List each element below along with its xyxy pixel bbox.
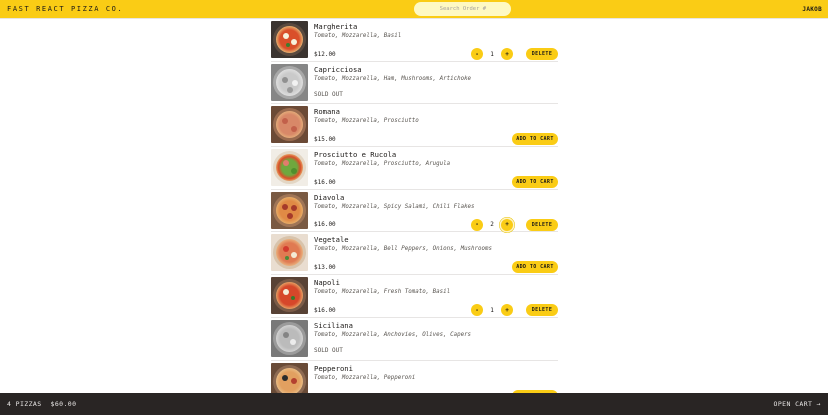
- pizza-name: Capricciosa: [314, 64, 362, 74]
- cart-total-price: $60.00: [50, 400, 77, 408]
- cart-pizza-count: 4 pizzas: [7, 400, 42, 408]
- increase-quantity-button[interactable]: +: [501, 218, 513, 231]
- add-to-cart-button[interactable]: Add to cart: [512, 176, 558, 189]
- app-logo-link[interactable]: Fast React Pizza Co.: [7, 5, 123, 13]
- menu-item: Diavola Tomato, Mozzarella, Spicy Salami…: [271, 190, 558, 233]
- pizza-image: [271, 362, 308, 393]
- decrease-quantity-button[interactable]: -: [471, 218, 483, 231]
- pizza-name: Siciliana: [314, 320, 353, 330]
- pizza-name: Romana: [314, 107, 340, 117]
- pizza-ingredients: Tomato, Mozzarella, Ham, Mushrooms, Arti…: [314, 75, 472, 82]
- pizza-image: [271, 149, 308, 187]
- pizza-ingredients: Tomato, Mozzarella, Basil: [314, 33, 402, 39]
- pizza-name: Vegetale: [314, 235, 349, 245]
- pizza-ingredients: Tomato, Mozzarella, Spicy Salami, Chili …: [314, 203, 475, 210]
- pizza-name: Diavola: [314, 192, 345, 202]
- menu-item: Romana Tomato, Mozzarella, Prosciutto $1…: [271, 104, 558, 148]
- pizza-ingredients: Tomato, Mozzarella, Prosciutto: [314, 118, 419, 125]
- pizza-name: Margherita: [314, 22, 358, 31]
- menu-list: Margherita Tomato, Mozzarella, Basil $12…: [271, 19, 558, 393]
- increase-quantity-button[interactable]: +: [501, 48, 513, 60]
- item-quantity: 2: [490, 221, 494, 229]
- pizza-name: Napoli: [314, 278, 340, 288]
- pizza-ingredients: Tomato, Mozzarella, Prosciutto, Arugula: [314, 161, 451, 168]
- pizza-ingredients: Tomato, Mozzarella, Fresh Tomato, Basil: [314, 289, 451, 296]
- menu-item: Napoli Tomato, Mozzarella, Fresh Tomato,…: [271, 275, 558, 318]
- search-order-input[interactable]: [414, 2, 512, 16]
- delete-item-button[interactable]: Delete: [526, 218, 558, 231]
- pizza-image: [271, 319, 308, 357]
- delete-item-button[interactable]: Delete: [526, 304, 558, 317]
- username: JAKOB: [802, 5, 822, 13]
- pizza-ingredients: Tomato, Mozzarella, Pepperoni: [314, 374, 416, 381]
- pizza-name: Pepperoni: [314, 363, 353, 373]
- pizza-ingredients: Tomato, Mozzarella, Anchovies, Olives, C…: [314, 331, 472, 338]
- item-quantity: 1: [490, 306, 494, 314]
- delete-item-button[interactable]: Delete: [526, 48, 558, 60]
- pizza-image: [271, 106, 308, 144]
- pizza-image: [271, 63, 308, 101]
- menu-item: Vegetale Tomato, Mozzarella, Bell Pepper…: [271, 232, 558, 276]
- decrease-quantity-button[interactable]: -: [471, 304, 483, 317]
- sold-out-label: Sold out: [314, 90, 343, 98]
- pizza-ingredients: Tomato, Mozzarella, Bell Peppers, Onions…: [314, 246, 492, 253]
- pizza-price: $16.00: [314, 306, 336, 314]
- menu-item: Capricciosa Tomato, Mozzarella, Ham, Mus…: [271, 62, 558, 105]
- pizza-image: [271, 277, 308, 315]
- pizza-price: $13.00: [314, 263, 336, 271]
- pizza-price: $16.00: [314, 221, 336, 229]
- open-cart-link[interactable]: Open cart →: [774, 400, 821, 408]
- app-header: Fast React Pizza Co. JAKOB: [0, 0, 828, 19]
- add-to-cart-button[interactable]: Add to cart: [512, 261, 558, 274]
- pizza-name: Prosciutto e Rucola: [314, 150, 397, 160]
- pizza-price: $15.00: [314, 135, 336, 143]
- menu-item: Pepperoni Tomato, Mozzarella, Pepperoni …: [271, 361, 558, 393]
- item-quantity: 1: [490, 50, 494, 58]
- pizza-image: [271, 21, 308, 58]
- pizza-price: $12.00: [314, 50, 336, 58]
- decrease-quantity-button[interactable]: -: [471, 48, 483, 60]
- menu-item: Siciliana Tomato, Mozzarella, Anchovies,…: [271, 318, 558, 361]
- cart-overview-bar: 4 pizzas $60.00 Open cart →: [0, 393, 828, 415]
- add-to-cart-button[interactable]: Add to cart: [512, 133, 558, 146]
- increase-quantity-button[interactable]: +: [501, 304, 513, 317]
- sold-out-label: Sold out: [314, 346, 343, 354]
- pizza-image: [271, 191, 308, 229]
- menu-item: Margherita Tomato, Mozzarella, Basil $12…: [271, 19, 558, 62]
- pizza-price: $16.00: [314, 178, 336, 186]
- menu-item: Prosciutto e Rucola Tomato, Mozzarella, …: [271, 147, 558, 190]
- pizza-image: [271, 234, 308, 272]
